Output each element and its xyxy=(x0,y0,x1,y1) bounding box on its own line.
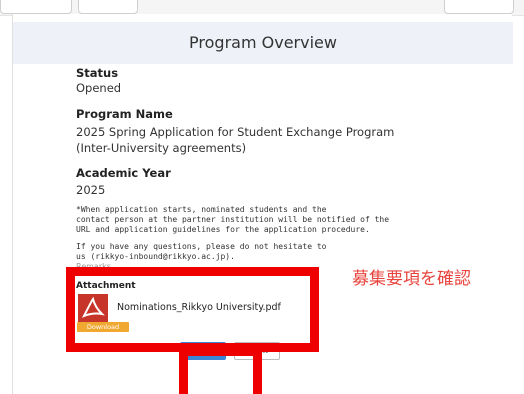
note-line: If you have any questions, please do not… xyxy=(76,242,327,251)
toolbar-tab[interactable] xyxy=(444,0,514,14)
toolbar-tab[interactable] xyxy=(78,0,138,14)
status-value: Opened xyxy=(76,81,122,95)
program-name-label: Program Name xyxy=(76,107,173,121)
note-line: URL and application guidelines for the a… xyxy=(76,225,370,234)
academic-year-label: Academic Year xyxy=(76,166,171,180)
panel-header: Program Overview xyxy=(13,22,513,64)
highlight-box-apply xyxy=(179,347,262,394)
page-title: Program Overview xyxy=(189,33,337,52)
program-name-value-line1: 2025 Spring Application for Student Exch… xyxy=(76,125,395,139)
program-name-value-line2: (Inter-University agreements) xyxy=(76,141,247,155)
note-line: contact person at the partner institutio… xyxy=(76,215,390,224)
status-label: Status xyxy=(76,66,119,80)
annotation-text: 募集要項を確認 xyxy=(352,269,471,289)
highlight-box-attachment xyxy=(66,267,319,352)
email-line: us (rikkyo-inbound@rikkyo.ac.jp). xyxy=(76,252,235,261)
toolbar-tab[interactable] xyxy=(0,0,72,14)
academic-year-value: 2025 xyxy=(76,183,106,197)
note-line: *When application starts, nominated stud… xyxy=(76,205,327,214)
